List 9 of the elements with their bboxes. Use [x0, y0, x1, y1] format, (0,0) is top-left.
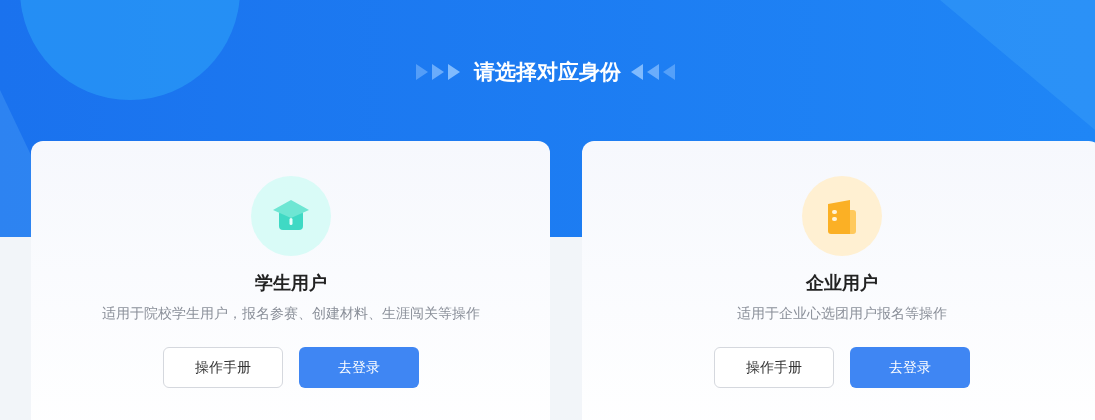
login-button[interactable]: 去登录 [298, 347, 419, 388]
page-heading: 请选择对应身份 [474, 58, 621, 86]
manual-button[interactable]: 操作手册 [713, 347, 834, 388]
manual-button[interactable]: 操作手册 [162, 347, 283, 388]
role-description: 适用于企业心选团用户报名等操作 [736, 305, 947, 323]
role-title: 学生用户 [254, 271, 327, 295]
role-title: 企业用户 [805, 271, 878, 295]
role-description: 适用于院校学生用户，报名参赛、创建材料、生涯闯关等操作 [101, 305, 480, 323]
login-button[interactable]: 去登录 [849, 347, 970, 388]
